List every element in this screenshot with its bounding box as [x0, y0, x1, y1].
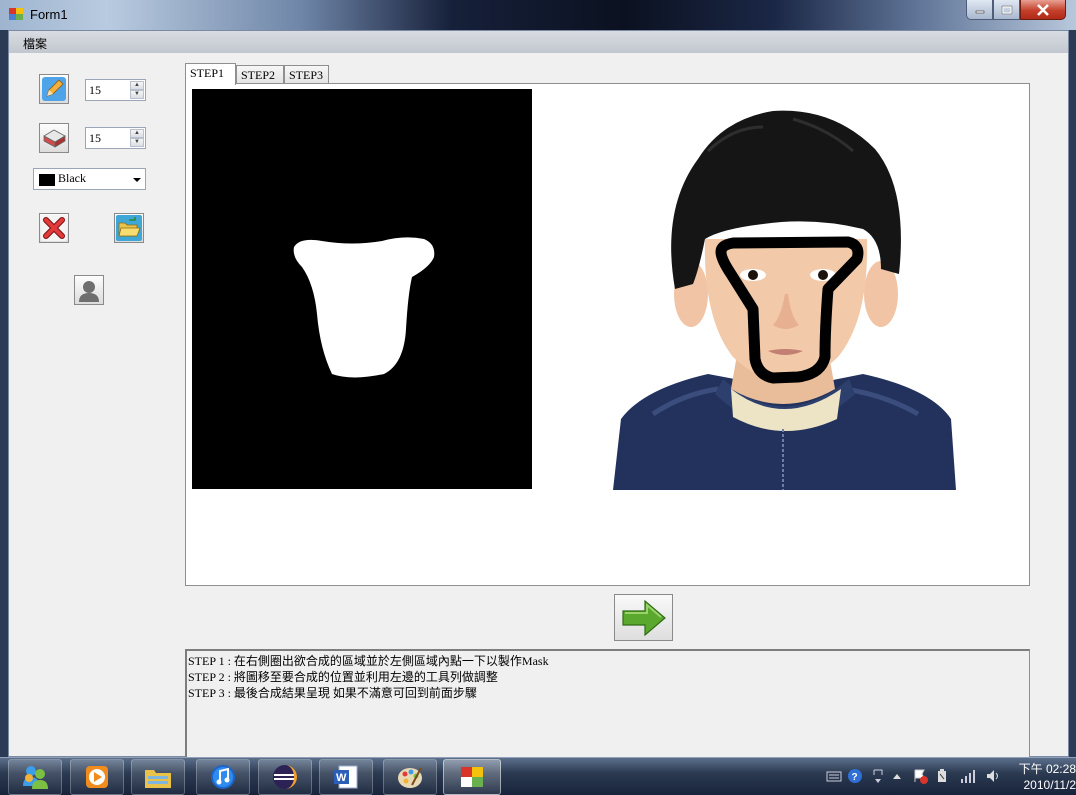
- word-icon: W: [334, 765, 358, 789]
- person-icon: [79, 281, 99, 302]
- taskbar-itunes[interactable]: [196, 759, 250, 795]
- system-clock[interactable]: 下午 02:28 2010/11/2: [1014, 761, 1076, 793]
- app-window: Form1 檔案 15 ▲ ▼ 15 ▲ ▼ Black STEP1 STEP2…: [0, 0, 1076, 758]
- volume-icon[interactable]: [985, 768, 1001, 784]
- ime-icon[interactable]: [870, 768, 886, 784]
- help-icon[interactable]: ?: [847, 768, 863, 784]
- instruction-line: STEP 1 : 在右側圈出欲合成的區域並於左側區域內點一下以製作Mask: [188, 654, 549, 668]
- taskbar: W ? 下午 02:28 2010/11/2: [0, 757, 1076, 795]
- pen-size-value: 15: [89, 83, 101, 97]
- increase-icon[interactable]: ▲: [130, 129, 144, 138]
- eraser-size-value: 15: [89, 131, 101, 145]
- chevron-down-icon: [133, 178, 141, 182]
- pen-size-stepper[interactable]: 15 ▲ ▼: [85, 79, 146, 101]
- close-icon: [1037, 3, 1049, 16]
- minimize-button[interactable]: [966, 0, 993, 20]
- maximize-button[interactable]: [993, 0, 1020, 20]
- action-center-icon[interactable]: [912, 768, 928, 784]
- taskbar-word[interactable]: W: [319, 759, 373, 795]
- svg-text:W: W: [336, 772, 347, 784]
- decrease-icon[interactable]: ▼: [130, 138, 144, 147]
- chevron-up-icon[interactable]: [889, 768, 905, 784]
- step1-panel: [185, 83, 1030, 586]
- eraser-size-stepper[interactable]: 15 ▲ ▼: [85, 127, 146, 149]
- paint-palette-icon: [398, 767, 422, 788]
- decrease-icon[interactable]: ▼: [130, 90, 144, 99]
- pen-tool-button[interactable]: [39, 74, 69, 104]
- svg-text:?: ?: [852, 772, 858, 783]
- itunes-icon: [211, 765, 235, 789]
- clock-date: 2010/11/2: [1023, 778, 1076, 792]
- tab-step1[interactable]: STEP1: [185, 63, 236, 85]
- client-area: 檔案 15 ▲ ▼ 15 ▲ ▼ Black STEP1 STEP2 STEP3…: [8, 30, 1069, 758]
- taskbar-form1[interactable]: [443, 759, 501, 795]
- network-signal-icon[interactable]: [960, 768, 976, 784]
- keyboard-icon[interactable]: [826, 768, 842, 784]
- window-title: Form1: [30, 7, 68, 22]
- increase-icon[interactable]: ▲: [130, 81, 144, 90]
- minimize-icon: [975, 10, 984, 13]
- tab-step3[interactable]: STEP3: [284, 65, 329, 84]
- instructions-box: STEP 1 : 在右側圈出欲合成的區域並於左側區域內點一下以製作Mask ST…: [185, 649, 1030, 758]
- color-dropdown[interactable]: Black: [33, 168, 146, 190]
- media-player-icon: [86, 766, 108, 788]
- app-icon: [9, 8, 23, 20]
- face-button[interactable]: [74, 275, 104, 305]
- taskbar-media-player[interactable]: [70, 759, 124, 795]
- title-bar[interactable]: Form1: [0, 0, 1076, 30]
- form-app-icon: [461, 767, 483, 787]
- clock-time: 下午 02:28: [1018, 762, 1076, 776]
- color-label: Black: [58, 171, 86, 185]
- menu-bar: 檔案: [9, 31, 1068, 53]
- arrow-right-icon: [621, 599, 666, 636]
- eraser-tool-button[interactable]: [39, 123, 69, 153]
- tab-step2[interactable]: STEP2: [236, 65, 284, 84]
- eclipse-icon: [273, 765, 297, 789]
- mask-canvas[interactable]: [192, 89, 532, 489]
- pencil-icon: [42, 77, 66, 101]
- menu-file[interactable]: 檔案: [23, 35, 47, 52]
- clear-red-x-icon: [41, 215, 67, 241]
- start-button[interactable]: [8, 759, 62, 795]
- taskbar-explorer[interactable]: [131, 759, 185, 795]
- instruction-line: STEP 3 : 最後合成結果呈現 如果不滿意可回到前面步驟: [188, 686, 477, 700]
- taskbar-paint[interactable]: [383, 759, 437, 795]
- maximize-icon: [1001, 5, 1012, 14]
- open-file-button[interactable]: [114, 213, 144, 243]
- folder-icon: [145, 770, 171, 788]
- taskbar-eclipse[interactable]: [258, 759, 312, 795]
- eraser-icon: [43, 129, 66, 148]
- open-folder-icon: [116, 215, 142, 241]
- users-app-icon: [23, 766, 48, 789]
- mask-shape: [293, 237, 435, 378]
- clear-button[interactable]: [39, 213, 69, 243]
- power-icon[interactable]: [934, 768, 950, 784]
- source-photo-canvas[interactable]: [613, 89, 956, 490]
- instruction-line: STEP 2 : 將圖移至要合成的位置並利用左邊的工具列做調整: [188, 670, 498, 684]
- color-swatch: [39, 174, 55, 186]
- boy-portrait-image: [613, 89, 956, 490]
- next-step-button[interactable]: [614, 594, 673, 641]
- close-button[interactable]: [1020, 0, 1066, 20]
